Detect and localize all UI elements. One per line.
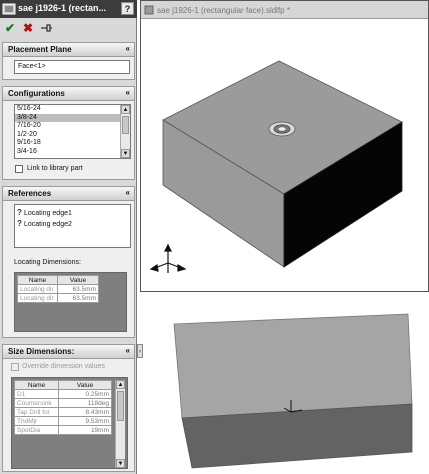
dimension-name-cell: Locating dir (17, 284, 58, 294)
property-manager-title: sae j1926-1 (rectan... (18, 3, 107, 13)
configuration-item[interactable]: 9/16-18 (15, 139, 130, 148)
placement-plane-heading: Placement Plane (8, 45, 72, 54)
panel-flyout-tab[interactable]: › (137, 344, 143, 358)
placement-plane-field[interactable]: Face<1> (14, 60, 130, 74)
reference-item-label: Locating edge1 (24, 210, 72, 217)
override-dimension-label: Override dimension values (22, 363, 105, 370)
dimension-name-cell: SpotDia (14, 425, 59, 435)
table-row[interactable]: Locating dir 63.5mm (17, 293, 99, 303)
table-row[interactable]: ThdMjr 9.53mm (14, 416, 112, 426)
references-heading: References (8, 189, 52, 198)
dimension-value-cell[interactable]: 63.5mm (57, 284, 99, 294)
size-dimensions-scrollbar[interactable]: ▲ ▼ (115, 380, 125, 468)
property-manager-panel: sae j1926-1 (rectan... ? ✔ ✖ Placement P… (0, 0, 137, 474)
dimension-name-cell: Tap Drill for (14, 407, 59, 417)
table-row[interactable]: Countersink 118deg (14, 398, 112, 408)
dimension-value-cell[interactable]: 8.43mm (58, 407, 112, 417)
size-dimensions-header[interactable]: Size Dimensions: « (3, 345, 134, 359)
dimension-value-cell[interactable]: 9.53mm (58, 416, 112, 426)
size-dimensions-table-frame: Name Value D1 0.25mm Countersink 118deg Tap … (11, 377, 128, 469)
dimension-name-cell: ThdMjr (14, 416, 59, 426)
ok-checkmark-icon[interactable]: ✔ (3, 21, 17, 35)
unresolved-reference-icon: ? (17, 208, 22, 217)
scroll-thumb[interactable] (122, 116, 129, 134)
placement-plane-header[interactable]: Placement Plane « (3, 43, 134, 57)
reference-item[interactable]: ? Locating edge1 (17, 208, 72, 218)
configurations-section: Configurations « 5/16-24 3/8-24 7/16-20 1/2… (2, 86, 135, 180)
model-canvas[interactable] (141, 19, 428, 291)
configuration-item[interactable]: 5/16-24 (15, 105, 130, 114)
dimension-name-cell: Locating dir (17, 293, 58, 303)
unresolved-reference-icon: ? (17, 219, 22, 228)
dimension-name-cell: D1 (14, 389, 59, 399)
scroll-up-arrow-icon[interactable]: ▲ (116, 380, 125, 389)
size-dimensions-section: Size Dimensions: « Override dimension va… (2, 344, 135, 472)
table-row[interactable]: SpotDia 19mm (14, 425, 112, 435)
configuration-item[interactable]: 1/2-20 (15, 131, 130, 140)
scroll-up-arrow-icon[interactable]: ▲ (121, 105, 130, 114)
locating-dimensions-label: Locating Dimensions: (14, 259, 81, 266)
port-hole-feature[interactable] (268, 121, 296, 137)
viewport-title-bar: sae j1926-1 (rectangular face).sldlfp * (141, 1, 428, 19)
configurations-scrollbar[interactable]: ▲ ▼ (120, 105, 130, 158)
references-header[interactable]: References « (3, 187, 134, 201)
configuration-item[interactable]: 7/16-20 (15, 122, 130, 131)
axis-triad-icon (149, 243, 187, 273)
configuration-item[interactable]: 3/8-24 (15, 113, 130, 122)
dimension-value-cell[interactable]: 0.25mm (58, 389, 112, 399)
override-dimension-checkbox[interactable] (11, 363, 19, 371)
link-to-library-label: Link to library part (27, 165, 83, 172)
dimension-value-cell[interactable]: 63.5mm (57, 293, 99, 303)
column-header-name: Name (14, 380, 59, 390)
property-manager-title-bar: sae j1926-1 (rectan... ? (0, 0, 137, 18)
configuration-item[interactable]: 3/4-16 (15, 148, 130, 157)
reference-item-label: Locating edge2 (24, 221, 72, 228)
configurations-list[interactable]: 5/16-24 3/8-24 7/16-20 1/2-20 9/16-18 3/4-16 … (14, 104, 131, 159)
scroll-thumb[interactable] (117, 391, 124, 421)
viewport-title: sae j1926-1 (rectangular face).sldlfp * (157, 6, 290, 15)
size-dimensions-table: Name Value D1 0.25mm Countersink 118deg Tap … (14, 380, 112, 435)
column-header-value: Value (57, 275, 99, 285)
references-section: References « ? Locating edge1 ? Locating e… (2, 186, 135, 338)
link-to-library-checkbox[interactable] (15, 165, 23, 173)
dimension-value-cell[interactable]: 19mm (58, 425, 112, 435)
collapse-chevron-icon[interactable]: « (126, 44, 130, 53)
collapse-chevron-icon[interactable]: « (126, 188, 130, 197)
references-list[interactable]: ? Locating edge1 ? Locating edge2 (14, 204, 131, 248)
preview-top-face[interactable] (173, 313, 413, 419)
pushpin-icon[interactable] (39, 21, 53, 35)
placement-plane-section: Placement Plane « Face<1> (2, 42, 135, 80)
scroll-down-arrow-icon[interactable]: ▼ (121, 149, 130, 158)
collapse-chevron-icon[interactable]: « (126, 88, 130, 97)
table-row[interactable]: Locating dir 63.5mm (17, 284, 99, 294)
size-dimensions-heading: Size Dimensions: (8, 347, 75, 356)
column-header-name: Name (17, 275, 58, 285)
locating-dimensions-table: Name Value Locating dir 63.5mm Locating … (17, 275, 99, 303)
action-bar: ✔ ✖ (0, 18, 137, 38)
configurations-header[interactable]: Configurations « (3, 87, 134, 101)
graphics-viewport[interactable]: sae j1926-1 (rectangular face).sldlfp * (140, 0, 429, 292)
table-row[interactable]: D1 0.25mm (14, 389, 112, 399)
scroll-down-arrow-icon[interactable]: ▼ (116, 459, 125, 468)
table-row[interactable]: Tap Drill for 8.43mm (14, 407, 112, 417)
library-feature-icon (2, 3, 16, 15)
preview-canvas[interactable] (160, 300, 422, 470)
dimension-name-cell: Countersink (14, 398, 59, 408)
document-icon (144, 5, 154, 15)
collapse-chevron-icon[interactable]: « (126, 346, 130, 355)
locating-dimensions-table-frame: Name Value Locating dir 63.5mm Locating … (14, 272, 127, 332)
reference-item[interactable]: ? Locating edge2 (17, 219, 72, 229)
configurations-heading: Configurations (8, 89, 65, 98)
help-button[interactable]: ? (121, 2, 134, 15)
column-header-value: Value (58, 380, 112, 390)
cancel-x-icon[interactable]: ✖ (21, 21, 35, 35)
dimension-value-cell[interactable]: 118deg (58, 398, 112, 408)
